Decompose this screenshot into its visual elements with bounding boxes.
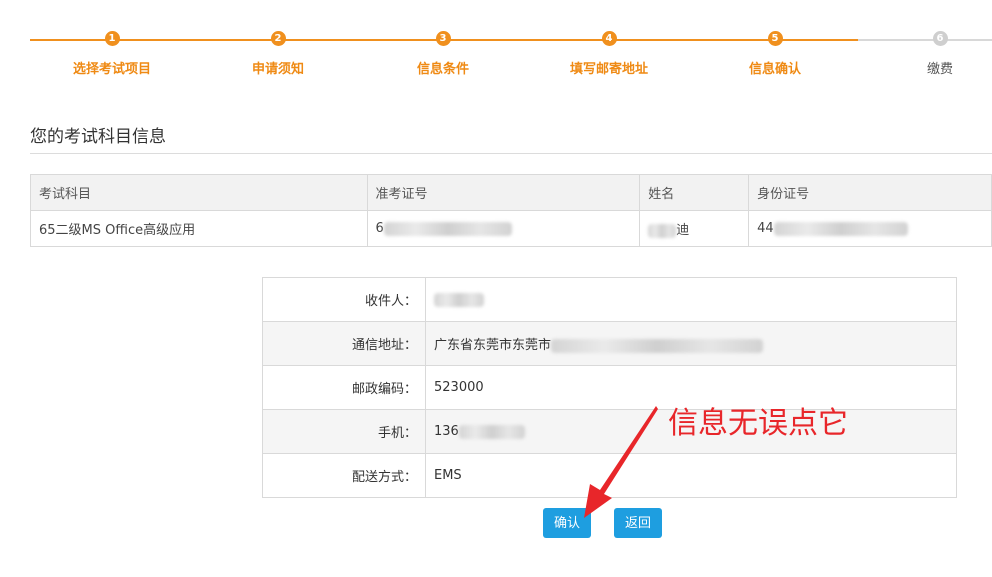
id-number-prefix: 44 bbox=[757, 221, 774, 236]
subject-cell: 65二级MS Office高级应用 bbox=[30, 210, 368, 247]
ticket-number-cell: 6 bbox=[366, 210, 641, 247]
subject-table: 考试科目 准考证号 姓名 身份证号 65二级MS Office高级应用 6 迪 … bbox=[30, 174, 992, 247]
redacted-address bbox=[551, 338, 764, 353]
id-number-cell: 44 bbox=[748, 210, 992, 247]
step-number-badge: 3 bbox=[435, 31, 451, 46]
step-2: 2 申请须知 bbox=[208, 31, 348, 77]
step-number-badge: 4 bbox=[601, 31, 617, 46]
progress-steps: 1 选择考试项目 2 申请须知 3 信息条件 4 填写邮寄地址 5 信息确认 6… bbox=[0, 0, 992, 90]
table-header-row: 考试科目 准考证号 姓名 身份证号 bbox=[30, 174, 992, 211]
step-number-badge: 1 bbox=[104, 31, 120, 46]
address-value: 广东省东莞市东莞市 bbox=[425, 321, 957, 366]
step-6: 6 缴费 bbox=[870, 31, 992, 77]
step-number-badge: 2 bbox=[270, 31, 286, 46]
column-header: 姓名 bbox=[639, 174, 750, 211]
ticket-number-prefix: 6 bbox=[375, 221, 384, 236]
name-suffix: 迪 bbox=[676, 223, 690, 238]
info-row-recipient: 收件人： bbox=[262, 277, 957, 322]
redacted-ticket-number bbox=[383, 221, 512, 236]
redacted-name bbox=[648, 223, 677, 238]
address-text: 广东省东莞市东莞市 bbox=[434, 338, 552, 353]
redacted-recipient bbox=[434, 292, 484, 307]
zip-label: 邮政编码： bbox=[262, 365, 426, 410]
section-title: 您的考试科目信息 bbox=[30, 127, 166, 147]
step-1: 1 选择考试项目 bbox=[42, 31, 182, 77]
column-header: 身份证号 bbox=[748, 174, 992, 211]
delivery-label: 配送方式： bbox=[262, 453, 426, 498]
name-cell: 迪 bbox=[639, 210, 750, 247]
table-row: 65二级MS Office高级应用 6 迪 44 bbox=[30, 210, 992, 247]
redacted-phone bbox=[458, 424, 525, 439]
redacted-id-number bbox=[773, 221, 908, 236]
annotation-arrow-icon bbox=[584, 406, 658, 518]
step-label: 缴费 bbox=[926, 62, 953, 77]
step-4: 4 填写邮寄地址 bbox=[539, 31, 679, 77]
section-divider bbox=[30, 153, 992, 154]
info-row-address: 通信地址： 广东省东莞市东莞市 bbox=[262, 321, 957, 366]
recipient-value bbox=[425, 277, 957, 322]
step-label: 信息条件 bbox=[416, 62, 469, 77]
step-number-badge: 5 bbox=[767, 31, 783, 46]
address-label: 通信地址： bbox=[262, 321, 426, 366]
column-header: 考试科目 bbox=[30, 174, 368, 211]
step-5: 5 信息确认 bbox=[705, 31, 845, 77]
recipient-label: 收件人： bbox=[262, 277, 426, 322]
delivery-value: EMS bbox=[425, 453, 957, 498]
column-header: 准考证号 bbox=[366, 174, 641, 211]
step-3: 3 信息条件 bbox=[373, 31, 513, 77]
step-label: 选择考试项目 bbox=[72, 62, 151, 77]
phone-text: 136 bbox=[434, 424, 459, 439]
phone-label: 手机： bbox=[262, 409, 426, 454]
step-label: 申请须知 bbox=[251, 62, 304, 77]
step-label: 填写邮寄地址 bbox=[569, 62, 648, 77]
step-label: 信息确认 bbox=[748, 62, 801, 77]
annotation-text: 信息无误点它 bbox=[668, 406, 848, 441]
step-number-badge: 6 bbox=[932, 31, 948, 46]
